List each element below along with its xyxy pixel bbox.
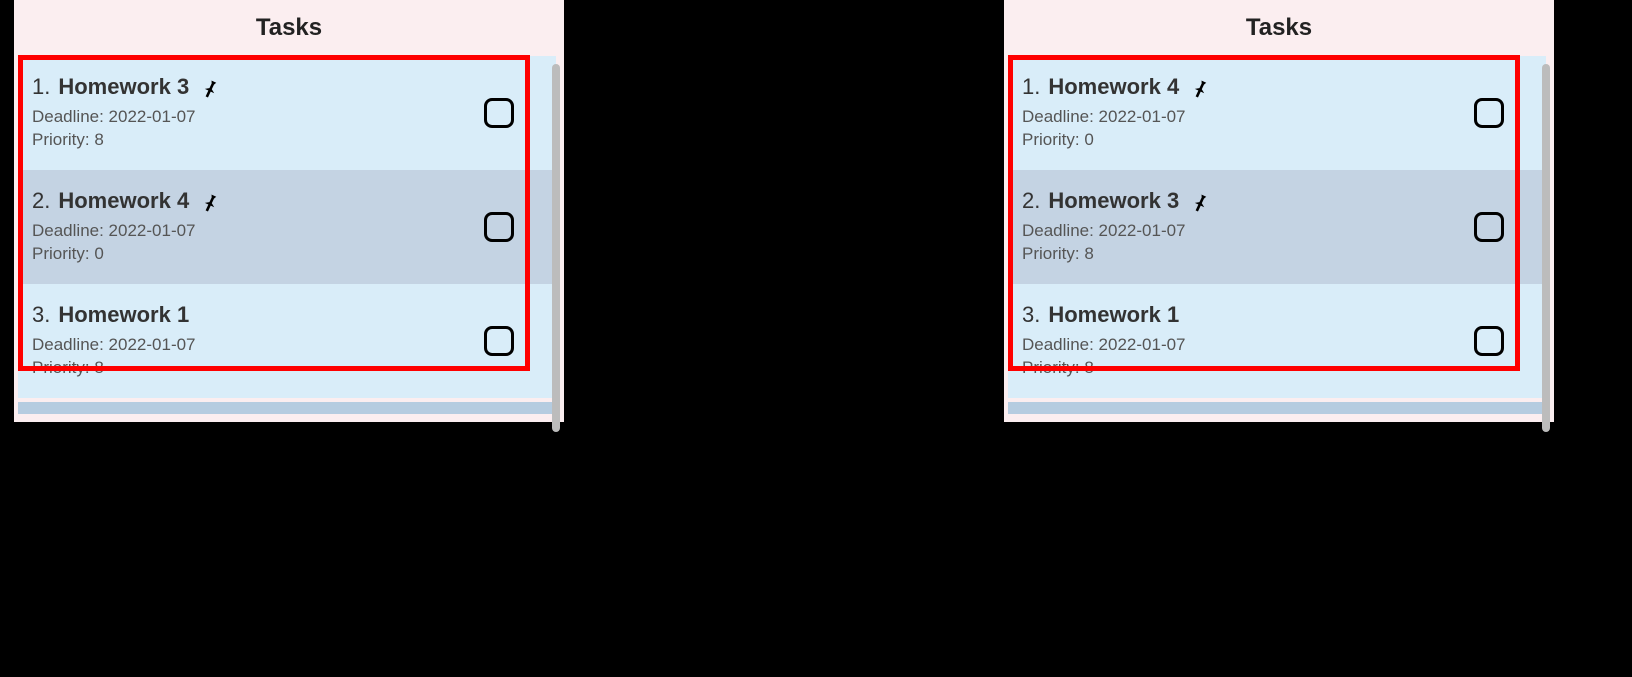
pin-icon (199, 76, 221, 98)
task-index: 1. (1022, 74, 1040, 100)
scrollbar[interactable] (1538, 58, 1552, 400)
task-index: 1. (32, 74, 50, 100)
task-title: Homework 1 (58, 302, 189, 328)
task-item[interactable]: 3. Homework 1 Deadline: 2022-01-07 Prior… (18, 284, 556, 398)
task-index: 2. (32, 188, 50, 214)
task-title: Homework 4 (58, 188, 189, 214)
tasks-panel-left: Tasks 1. Homework 3 Deadline: 2022-01-07… (14, 0, 564, 422)
scrollbar[interactable] (548, 58, 562, 400)
task-checkbox[interactable] (1474, 98, 1504, 128)
task-priority: Priority: 0 (1022, 129, 1530, 152)
panel-title: Tasks (1004, 0, 1554, 56)
tasks-panel-right: Tasks 1. Homework 4 Deadline: 2022-01-07… (1004, 0, 1554, 422)
task-priority: Priority: 0 (32, 243, 540, 266)
task-title: Homework 3 (1048, 188, 1179, 214)
task-deadline: Deadline: 2022-01-07 (1022, 220, 1530, 243)
task-list: 1. Homework 3 Deadline: 2022-01-07 Prior… (14, 56, 564, 422)
panel-title: Tasks (14, 0, 564, 56)
task-deadline: Deadline: 2022-01-07 (1022, 106, 1530, 129)
task-item-partial (18, 402, 556, 414)
task-title: Homework 3 (58, 74, 189, 100)
task-priority: Priority: 8 (1022, 243, 1530, 266)
task-item[interactable]: 2. Homework 3 Deadline: 2022-01-07 Prior… (1008, 170, 1546, 284)
task-priority: Priority: 8 (32, 129, 540, 152)
task-checkbox[interactable] (484, 212, 514, 242)
task-checkbox[interactable] (484, 98, 514, 128)
pin-icon (1189, 190, 1211, 212)
task-deadline: Deadline: 2022-01-07 (1022, 334, 1530, 357)
connector-line (546, 456, 594, 458)
task-priority: Priority: 8 (1022, 357, 1530, 380)
task-item[interactable]: 1. Homework 4 Deadline: 2022-01-07 Prior… (1008, 56, 1546, 170)
task-priority: Priority: 8 (32, 357, 540, 380)
task-list: 1. Homework 4 Deadline: 2022-01-07 Prior… (1004, 56, 1554, 422)
task-item[interactable]: 1. Homework 3 Deadline: 2022-01-07 Prior… (18, 56, 556, 170)
task-index: 3. (1022, 302, 1040, 328)
task-index: 2. (1022, 188, 1040, 214)
scrollbar-thumb[interactable] (552, 64, 560, 432)
task-deadline: Deadline: 2022-01-07 (32, 334, 540, 357)
scrollbar-thumb[interactable] (1542, 64, 1550, 432)
task-checkbox[interactable] (1474, 212, 1504, 242)
task-title: Homework 4 (1048, 74, 1179, 100)
task-index: 3. (32, 302, 50, 328)
pin-icon (199, 190, 221, 212)
task-item[interactable]: 3. Homework 1 Deadline: 2022-01-07 Prior… (1008, 284, 1546, 398)
pin-icon (1189, 76, 1211, 98)
task-checkbox[interactable] (1474, 326, 1504, 356)
task-deadline: Deadline: 2022-01-07 (32, 106, 540, 129)
task-title: Homework 1 (1048, 302, 1179, 328)
task-deadline: Deadline: 2022-01-07 (32, 220, 540, 243)
task-checkbox[interactable] (484, 326, 514, 356)
task-item-partial (1008, 402, 1546, 414)
task-item[interactable]: 2. Homework 4 Deadline: 2022-01-07 Prior… (18, 170, 556, 284)
